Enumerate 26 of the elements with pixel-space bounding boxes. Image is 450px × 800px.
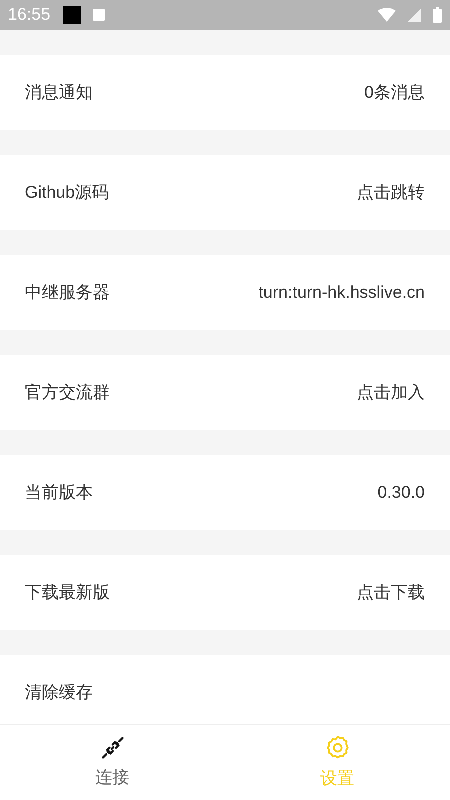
settings-row[interactable]: 中继服务器 turn:turn-hk.hsslive.cn (0, 255, 450, 330)
settings-row[interactable]: 消息通知 0条消息 (0, 55, 450, 130)
setting-value: 点击跳转 (357, 182, 425, 204)
settings-row[interactable]: Github源码 点击跳转 (0, 155, 450, 230)
settings-row[interactable]: 官方交流群 点击加入 (0, 355, 450, 430)
battery-icon (433, 7, 442, 23)
wifi-icon (378, 8, 396, 22)
settings-row[interactable]: 清除缓存 (0, 655, 450, 724)
settings-row[interactable]: 当前版本 0.30.0 (0, 455, 450, 530)
setting-value: 点击下载 (357, 582, 425, 604)
setting-label: 消息通知 (25, 82, 93, 104)
setting-value: 点击加入 (357, 382, 425, 404)
setting-value: 0条消息 (364, 82, 425, 104)
setting-value: 0.30.0 (378, 482, 425, 504)
settings-row[interactable]: 下载最新版 点击下载 (0, 555, 450, 630)
setting-label: 当前版本 (25, 482, 93, 504)
setting-label: 下载最新版 (25, 582, 110, 604)
notification-icon (62, 6, 81, 24)
setting-label: 官方交流群 (25, 382, 110, 404)
setting-value: turn:turn-hk.hsslive.cn (258, 282, 425, 304)
clock: 16:55 (8, 4, 51, 26)
setting-label: 清除缓存 (25, 682, 93, 704)
signal-icon (408, 8, 421, 22)
setting-label: 中继服务器 (25, 282, 110, 304)
nav-tab[interactable]: 连接 (0, 725, 225, 800)
setting-label: Github源码 (25, 182, 110, 204)
